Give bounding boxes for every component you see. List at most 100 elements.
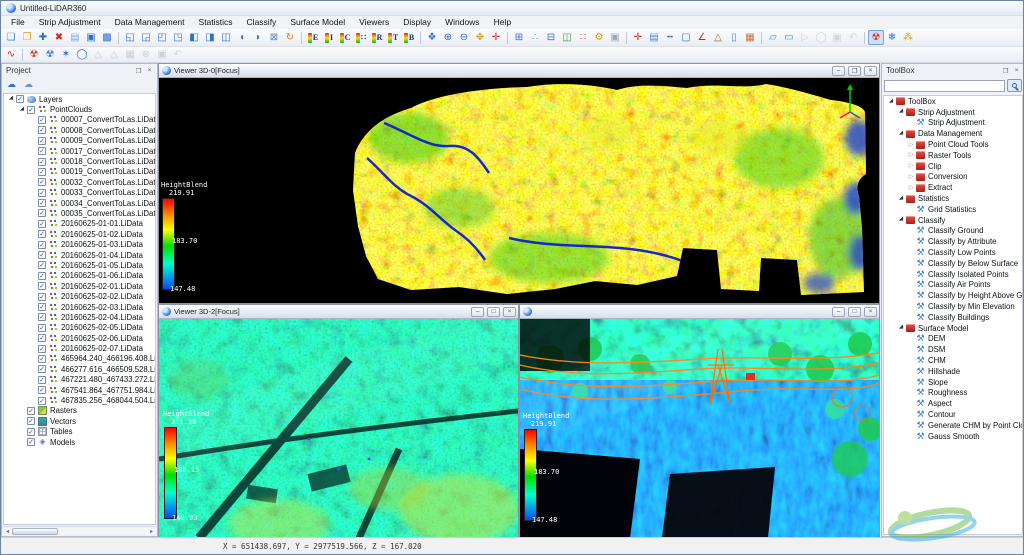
measure-height-icon[interactable]: ▯ (726, 30, 742, 45)
toolbox-item-raster-tools[interactable]: ▷Raster Tools (884, 150, 1022, 161)
clear-result-icon[interactable]: ⊗ (138, 47, 154, 62)
view-right-icon[interactable]: ◳ (170, 30, 186, 45)
eptl-display-icon[interactable]: ❄ (884, 30, 900, 45)
expanded-arrow-icon[interactable]: ◢ (897, 196, 905, 202)
layer-checkbox[interactable]: ✓ (38, 251, 46, 259)
menu-classify[interactable]: Classify (240, 16, 284, 29)
viewer1-close-button[interactable]: × (864, 307, 877, 317)
project-horizontal-scrollbar[interactable]: ◂ ▸ (3, 526, 156, 535)
add-point-clouds-icon[interactable]: ☁ (21, 78, 36, 91)
layer-checkbox[interactable]: ✓ (38, 199, 46, 207)
render-settings-icon[interactable]: ⚙ (591, 30, 607, 45)
zoom-extent-icon[interactable]: ❖ (424, 30, 440, 45)
project-item-00008-converttolas-lidata[interactable]: ✓00008_ConvertToLas.LiData (4, 125, 155, 135)
project-item-467221-480-467433-272-lidata[interactable]: ✓467221.480_467433.272.LiData (4, 375, 155, 385)
toolbox-item-clip[interactable]: ▷Clip (884, 161, 1022, 172)
cross-selection-icon[interactable]: ✛ (630, 30, 646, 45)
project-float-button[interactable]: ❐ (133, 66, 144, 76)
display-by-rgb-icon[interactable]: ∷ (353, 30, 369, 45)
collapsed-arrow-icon[interactable]: ▷ (907, 163, 915, 169)
menu-display[interactable]: Display (396, 16, 438, 29)
close-view-icon[interactable]: ⊠ (266, 30, 282, 45)
viewer0-restore-button[interactable]: ❐ (848, 66, 861, 76)
toolbox-item-hillshade[interactable]: ⚒Hillshade (884, 366, 1022, 377)
menu-data-management[interactable]: Data Management (108, 16, 192, 29)
project-item-00009-converttolas-lidata[interactable]: ✓00009_ConvertToLas.LiData (4, 136, 155, 146)
toolbox-item-conversion[interactable]: ▷Conversion (884, 172, 1022, 183)
project-item-466277-616-466509-528-lidata[interactable]: ✓466277.616_466509.528.LiData (4, 364, 155, 374)
collapsed-arrow-icon[interactable]: ▷ (907, 142, 915, 148)
project-item-00007-converttolas-lidata[interactable]: ✓00007_ConvertToLas.LiData (4, 115, 155, 125)
viewer1-maximize-button[interactable]: □ (848, 307, 861, 317)
class-display-icon[interactable]: ☢ (868, 30, 884, 45)
add-data-icon[interactable]: ✚ (35, 30, 51, 45)
select-rectangle-icon[interactable]: ▭ (781, 30, 797, 45)
viewer2-titlebar[interactable]: Viewer 3D-2[Focus] – □ × (159, 305, 518, 319)
layer-checkbox[interactable]: ✓ (38, 261, 46, 269)
measure-distance-icon[interactable]: ╍ (662, 30, 678, 45)
project-close-button[interactable]: × (144, 66, 155, 76)
toolbox-search-input[interactable] (884, 80, 1005, 92)
viewer2-minimize-button[interactable]: – (471, 307, 484, 317)
toolbox-item-classify-by-below-surface[interactable]: ⚒Classify by Below Surface (884, 258, 1022, 269)
project-item-20160625-02-04-lidata[interactable]: ✓20160625-02-04.LiData (4, 312, 155, 322)
toolbox-item-classify-air-points[interactable]: ⚒Classify Air Points (884, 280, 1022, 291)
toolbox-item-toolbox[interactable]: ◢ToolBox (884, 96, 1022, 107)
toolbox-item-classify-by-height-above-gro[interactable]: ⚒Classify by Height Above Gro (884, 290, 1022, 301)
view-top-icon[interactable]: ◱ (122, 30, 138, 45)
menu-windows[interactable]: Windows (438, 16, 486, 29)
toolbox-item-classify-low-points[interactable]: ⚒Classify Low Points (884, 247, 1022, 258)
layer-checkbox[interactable]: ✓ (27, 106, 35, 114)
save-result-icon[interactable]: ▣ (154, 47, 170, 62)
toolbox-item-classify-by-attribute[interactable]: ⚒Classify by Attribute (884, 236, 1022, 247)
view-iso-icon[interactable]: ◫ (218, 30, 234, 45)
measure-angle-icon[interactable]: ∠ (694, 30, 710, 45)
open-data-icon[interactable]: ❐ (19, 30, 35, 45)
project-item-20160625-01-05-lidata[interactable]: ✓20160625-01-05.LiData (4, 260, 155, 270)
layer-checkbox[interactable]: ✓ (38, 345, 46, 353)
toolbox-item-roughness[interactable]: ⚒Roughness (884, 388, 1022, 399)
remove-data-icon[interactable]: ✖ (51, 30, 67, 45)
layer-checkbox[interactable]: ✓ (38, 293, 46, 301)
layer-checkbox[interactable]: ✓ (38, 397, 46, 405)
viewer2-close-button[interactable]: × (503, 307, 516, 317)
toolbox-item-gauss-smooth[interactable]: ⚒Gauss Smooth (884, 431, 1022, 442)
project-item-20160625-02-06-lidata[interactable]: ✓20160625-02-06.LiData (4, 333, 155, 343)
project-item-20160625-02-01-lidata[interactable]: ✓20160625-02-01.LiData (4, 281, 155, 291)
project-item-00034-converttolas-lidata[interactable]: ✓00034_ConvertToLas.LiData (4, 198, 155, 208)
viewer0-close-button[interactable]: × (864, 66, 877, 76)
scroll-right-icon[interactable]: ▸ (147, 528, 156, 535)
menu-surface-model[interactable]: Surface Model (283, 16, 352, 29)
toolbox-search-button[interactable] (1007, 79, 1022, 92)
expanded-arrow-icon[interactable]: ◢ (7, 96, 15, 102)
expanded-arrow-icon[interactable]: ◢ (887, 99, 895, 105)
viewer1-titlebar[interactable]: – □ × (520, 305, 879, 319)
scroll-thumb[interactable] (12, 528, 58, 535)
project-item-465964-240-466196-408-lidata[interactable]: ✓465964.240_466196.408.LiData (4, 354, 155, 364)
menu-file[interactable]: File (4, 16, 32, 29)
expanded-arrow-icon[interactable]: ◢ (897, 217, 905, 223)
layer-checkbox[interactable]: ✓ (38, 313, 46, 321)
display-by-blend-icon[interactable]: B (401, 30, 417, 45)
viewer2-canvas[interactable]: HeightBlend 211.38 180.15 148.93 (159, 319, 518, 538)
expanded-arrow-icon[interactable]: ◢ (897, 325, 905, 331)
collapsed-arrow-icon[interactable]: ▷ (907, 174, 915, 180)
layer-checkbox[interactable]: ✓ (38, 241, 46, 249)
project-item-00035-converttolas-lidata[interactable]: ✓00035_ConvertToLas.LiData (4, 208, 155, 218)
pan-icon[interactable]: ✥ (472, 30, 488, 45)
toolbox-item-classify-by-min-elevation[interactable]: ⚒Classify by Min Elevation (884, 301, 1022, 312)
toolbox-item-statistics[interactable]: ◢Statistics (884, 193, 1022, 204)
measure-area-icon[interactable]: ▢ (678, 30, 694, 45)
project-item-467835-256-468044-504-lidata[interactable]: ✓467835.256_468044.504.LiData (4, 395, 155, 405)
project-item-20160625-02-05-lidata[interactable]: ✓20160625-02-05.LiData (4, 323, 155, 333)
grid-view-icon[interactable]: ▦ (122, 47, 138, 62)
layer-checkbox[interactable]: ✓ (38, 272, 46, 280)
new-project-icon[interactable]: ❏ (3, 30, 19, 45)
select-polygon-icon[interactable]: ▱ (765, 30, 781, 45)
layer-checkbox[interactable]: ✓ (38, 126, 46, 134)
viewer-display-icon[interactable]: ⊟ (543, 30, 559, 45)
classify-interactive-icon[interactable]: ☢ (26, 47, 42, 62)
menu-viewers[interactable]: Viewers (352, 16, 396, 29)
viewer0-canvas[interactable]: HeightBlend 219.91 183.70 147.48 (159, 78, 879, 303)
add-point-cloud-icon[interactable]: ☁ (4, 78, 19, 91)
